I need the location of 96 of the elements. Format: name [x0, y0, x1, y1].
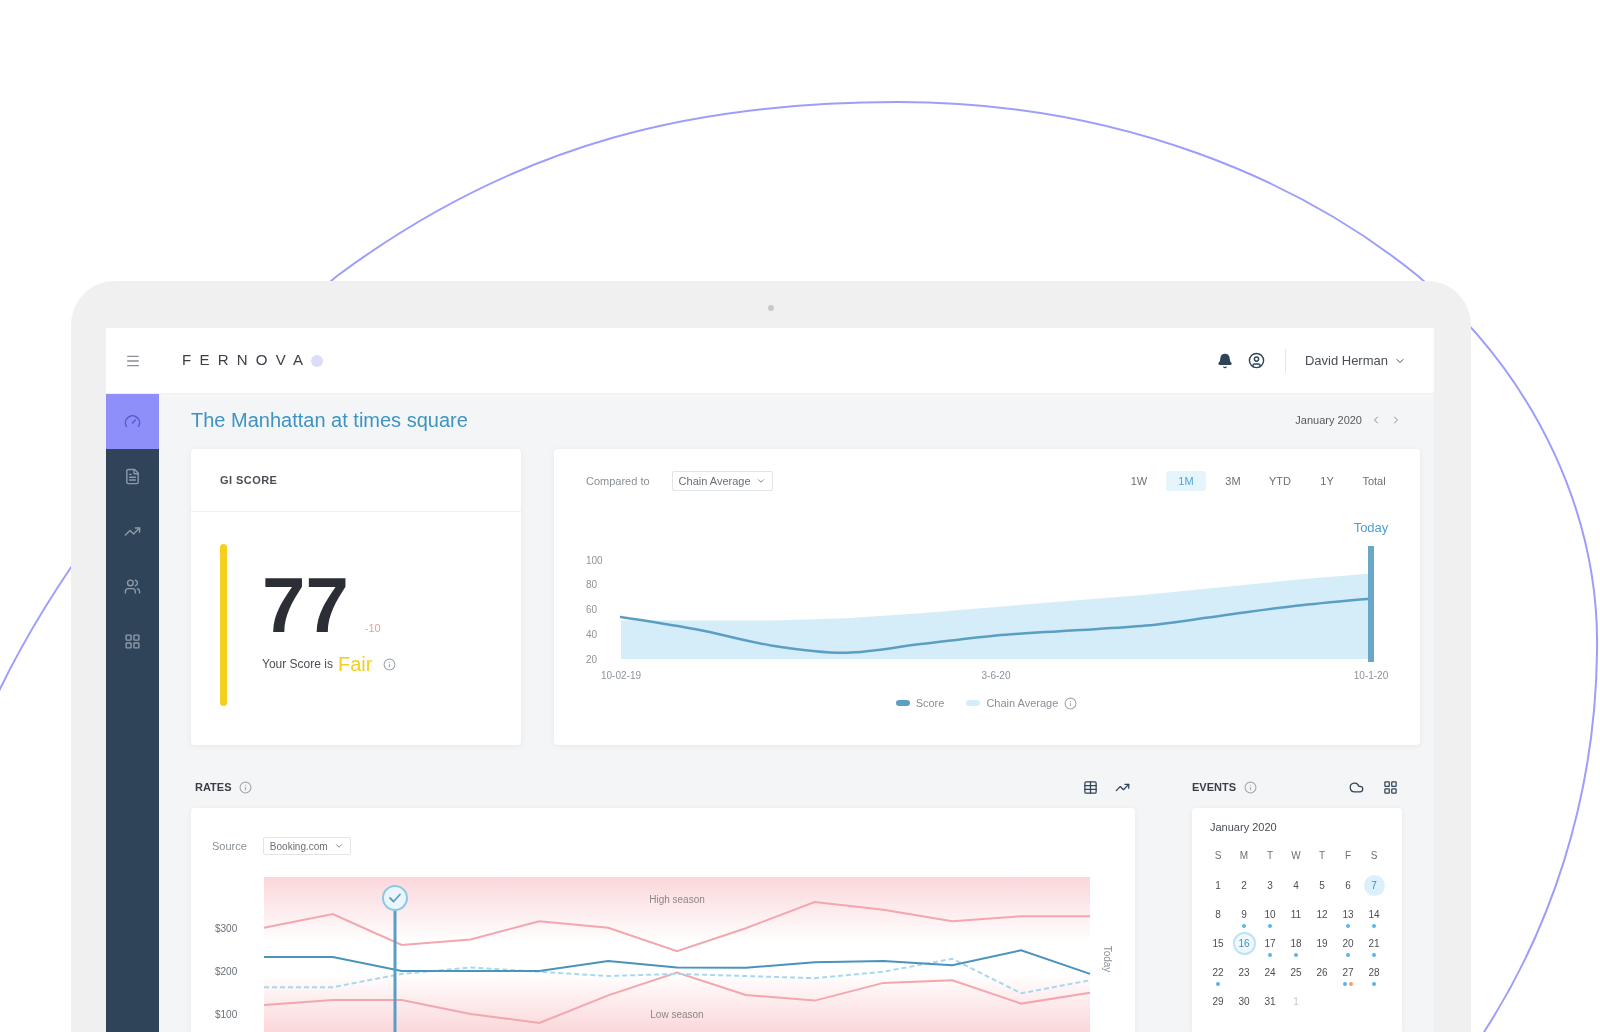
side-label: Today	[1102, 945, 1113, 973]
y-tick-label: 100	[586, 554, 603, 566]
calendar-day[interactable]: 15	[1207, 933, 1229, 954]
y-tick-label: $100	[215, 1009, 238, 1021]
calendar-day[interactable]: 26	[1311, 962, 1333, 983]
range-tab[interactable]: Total	[1354, 471, 1394, 491]
season-label: Low season	[650, 1009, 704, 1020]
calendar-day[interactable]: 22	[1207, 962, 1229, 983]
calendar-day[interactable]: 12	[1311, 904, 1333, 925]
calendar-day[interactable]: 21	[1363, 933, 1385, 954]
weekday-label: S	[1370, 848, 1378, 863]
section-title: EVENTS	[1192, 779, 1236, 795]
y-tick-label: 80	[586, 579, 598, 591]
compare-label: Compared to	[586, 473, 650, 489]
season-label: High season	[649, 894, 705, 905]
calendar-day[interactable]: 19	[1311, 933, 1333, 954]
range-tab[interactable]: 3M	[1213, 471, 1253, 491]
calendar-day[interactable]: 27	[1337, 962, 1359, 983]
notifications-button[interactable]	[1216, 352, 1233, 369]
weekday-label: F	[1344, 848, 1352, 863]
info-icon[interactable]	[1064, 696, 1078, 710]
user-icon	[1247, 352, 1265, 369]
calendar-day[interactable]: 11	[1285, 904, 1307, 925]
page-title: The Manhattan at times square	[191, 408, 468, 433]
y-tick-label: 20	[586, 653, 598, 665]
calendar-day[interactable]: 2	[1233, 875, 1255, 896]
calendar-day[interactable]: 17	[1259, 933, 1281, 954]
score-caption: Your Score is	[262, 656, 333, 673]
source-label: Source	[212, 838, 247, 854]
document-icon	[124, 468, 141, 485]
y-tick-label: 40	[586, 628, 598, 640]
info-icon[interactable]	[239, 780, 253, 794]
weekday-label: T	[1266, 848, 1274, 863]
grid-view-button[interactable]	[1383, 779, 1398, 795]
calendar-day[interactable]: 28	[1363, 962, 1385, 983]
camera-dot-icon	[768, 305, 774, 311]
range-tab[interactable]: YTD	[1260, 471, 1300, 491]
caret-icon	[333, 841, 344, 851]
gauge-icon	[124, 413, 141, 430]
calendar-day[interactable]: 18	[1285, 933, 1307, 954]
calendar-day[interactable]: 24	[1259, 962, 1281, 983]
section-title: RATES	[195, 779, 232, 795]
grid-icon	[1383, 779, 1398, 795]
today-label: Today	[1353, 520, 1389, 535]
calendar-day[interactable]: 31	[1259, 991, 1281, 1012]
users-icon	[124, 578, 141, 595]
calendar-day[interactable]: 8	[1207, 904, 1229, 925]
x-tick-label: 3-6-20	[981, 670, 1011, 681]
calendar-day[interactable]: 14	[1363, 904, 1385, 925]
calendar-day[interactable]: 23	[1233, 962, 1255, 983]
y-tick-label: $300	[215, 923, 238, 935]
logo-text: FERNOVA	[182, 350, 312, 371]
weekday-label: S	[1214, 848, 1222, 863]
period-label: January 2020	[1295, 412, 1362, 428]
range-tab[interactable]: 1Y	[1307, 471, 1347, 491]
legend-label: Score	[915, 695, 945, 711]
weekday-label: M	[1239, 848, 1249, 863]
logo-mark-icon	[311, 354, 324, 367]
info-icon[interactable]	[1244, 780, 1257, 794]
weekday-label: T	[1318, 848, 1326, 863]
calendar-day[interactable]: 4	[1285, 875, 1307, 896]
range-tab[interactable]: 1W	[1119, 471, 1159, 491]
score-rating: Fair	[337, 654, 373, 674]
calendar-day[interactable]: 1	[1207, 875, 1229, 896]
calendar-day[interactable]: 25	[1285, 962, 1307, 983]
legend-label: Chain Average	[986, 695, 1059, 711]
calendar-day[interactable]: 29	[1207, 991, 1229, 1012]
table-icon	[1083, 779, 1098, 795]
compare-dropdown[interactable]: Chain Average	[671, 471, 773, 491]
calendar-day[interactable]: 9	[1233, 904, 1255, 925]
weather-button[interactable]	[1349, 779, 1364, 795]
x-tick-label: 10-02-19	[601, 670, 641, 681]
grid-icon	[124, 633, 141, 650]
info-icon[interactable]	[383, 657, 397, 671]
user-menu[interactable]: David Herman	[1304, 350, 1406, 371]
calendar-day[interactable]: 6	[1337, 875, 1359, 896]
score-value: 77	[262, 566, 349, 644]
bell-icon	[1216, 352, 1233, 369]
calendar-day[interactable]: 20	[1337, 933, 1359, 954]
calendar-day[interactable]: 13	[1337, 904, 1359, 925]
calendar-day[interactable]: 30	[1233, 991, 1255, 1012]
y-tick-label: 60	[586, 604, 598, 615]
score-change: -10	[364, 621, 381, 636]
y-tick-label: $200	[215, 966, 238, 978]
calendar-day[interactable]: 5	[1311, 875, 1333, 896]
x-tick-label: 10-1-20	[1353, 670, 1389, 681]
calendar-month: January 2020	[1209, 820, 1278, 834]
calendar-day[interactable]: 10	[1259, 904, 1281, 925]
weekday-label: W	[1291, 848, 1301, 863]
card-title: GI SCORE	[220, 472, 278, 488]
cloud-icon	[1349, 779, 1364, 795]
calendar-day[interactable]: 3	[1259, 875, 1281, 896]
table-view-button[interactable]	[1083, 779, 1098, 795]
profile-button[interactable]	[1247, 352, 1265, 369]
source-dropdown[interactable]: Booking.com	[262, 837, 351, 855]
caret-icon	[755, 476, 766, 486]
